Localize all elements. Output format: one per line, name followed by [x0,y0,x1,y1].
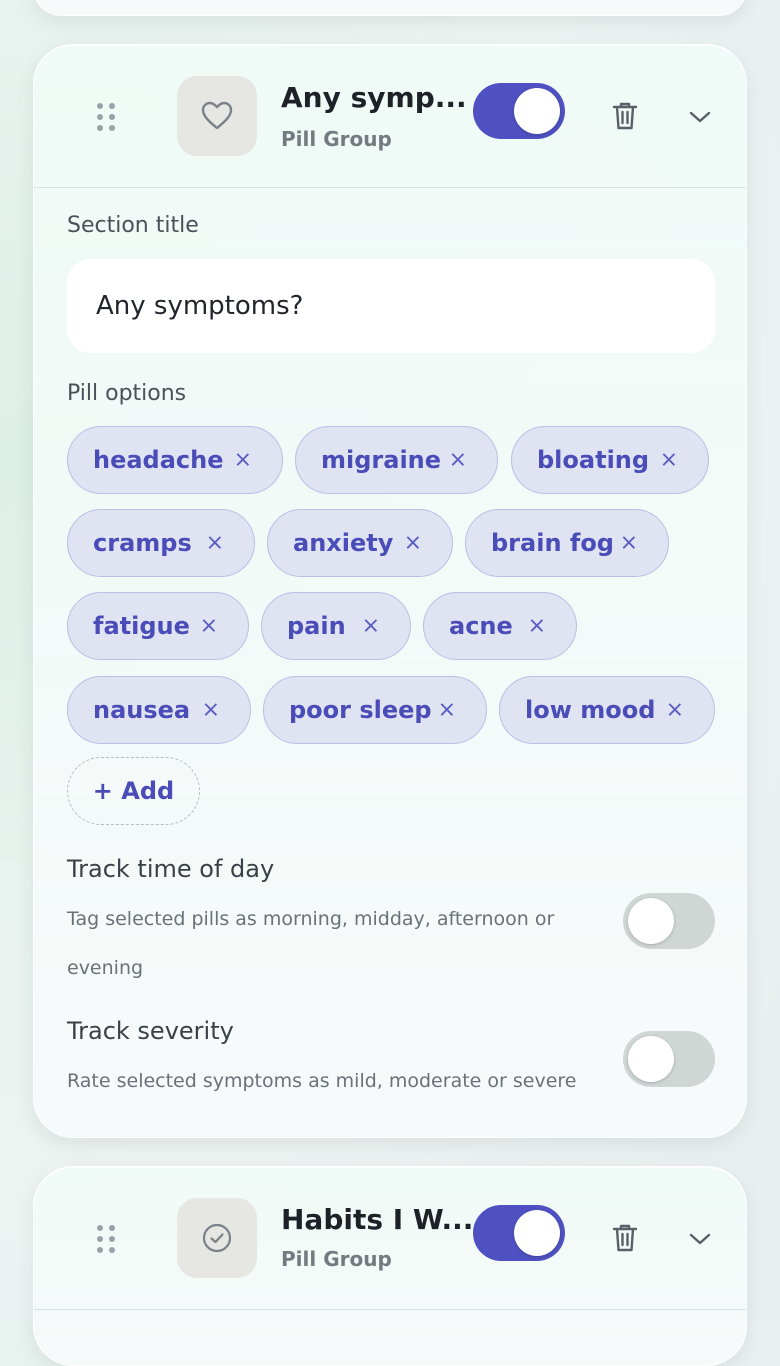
pill-option[interactable]: migraine × [295,426,498,494]
trash-icon[interactable] [611,101,641,133]
track-severity-title: Track severity [67,1017,234,1045]
pill-option[interactable]: headache × [67,426,283,494]
remove-pill-icon[interactable]: × [528,614,546,639]
track-severity-toggle[interactable] [623,1031,715,1087]
header-divider [34,1309,746,1310]
pill-option[interactable]: acne × [423,592,577,660]
track-time-description: Tag selected pills as morning, midday, a… [67,908,555,979]
pill-options-label: Pill options [67,381,187,406]
pill-group-card-habits: Habits I W... Pill Group [33,1166,747,1366]
pill-option[interactable]: poor sleep × [263,676,487,744]
card-subtitle: Pill Group [281,1247,392,1271]
trash-icon[interactable] [611,1223,641,1255]
card-enabled-toggle[interactable] [473,83,565,139]
drag-handle-icon[interactable] [97,1225,117,1255]
remove-pill-icon[interactable]: × [206,531,224,556]
pill-option[interactable]: nausea × [67,676,251,744]
pill-option[interactable]: low mood × [499,676,715,744]
remove-pill-icon[interactable]: × [666,698,684,723]
card-header[interactable]: Habits I W... Pill Group [34,1167,746,1309]
add-pill-button[interactable]: + Add [67,757,200,825]
chevron-down-icon[interactable] [688,105,714,131]
heart-icon [177,76,257,156]
card-title: Habits I W... [281,1203,474,1236]
track-time-title: Track time of day [67,855,275,883]
pill-group-card: Any symp... Pill Group Section title Any… [33,44,747,1138]
pill-option[interactable]: fatigue × [67,592,249,660]
drag-handle-icon[interactable] [97,103,117,133]
remove-pill-icon[interactable]: × [234,448,252,473]
remove-pill-icon[interactable]: × [202,698,220,723]
chevron-down-icon[interactable] [688,1227,714,1253]
pill-option[interactable]: brain fog × [465,509,669,577]
pill-option[interactable]: bloating × [511,426,709,494]
pill-option[interactable]: pain × [261,592,411,660]
section-title-input[interactable]: Any symptoms? [67,259,715,353]
remove-pill-icon[interactable]: × [404,531,422,556]
track-time-toggle[interactable] [623,893,715,949]
remove-pill-icon[interactable]: × [438,698,456,723]
card-subtitle: Pill Group [281,127,392,151]
card-header[interactable]: Any symp... Pill Group [34,45,746,187]
track-severity-description: Rate selected symptoms as mild, moderate… [67,1070,577,1092]
card-enabled-toggle[interactable] [473,1205,565,1261]
remove-pill-icon[interactable]: × [620,531,638,556]
card-title: Any symp... [281,81,467,114]
previous-card [33,0,747,16]
section-title-label: Section title [67,213,199,238]
remove-pill-icon[interactable]: × [660,448,678,473]
remove-pill-icon[interactable]: × [362,614,380,639]
pill-option[interactable]: anxiety × [267,509,453,577]
header-divider [34,187,746,188]
remove-pill-icon[interactable]: × [449,448,467,473]
check-circle-icon [177,1198,257,1278]
pill-option[interactable]: cramps × [67,509,255,577]
remove-pill-icon[interactable]: × [200,614,218,639]
